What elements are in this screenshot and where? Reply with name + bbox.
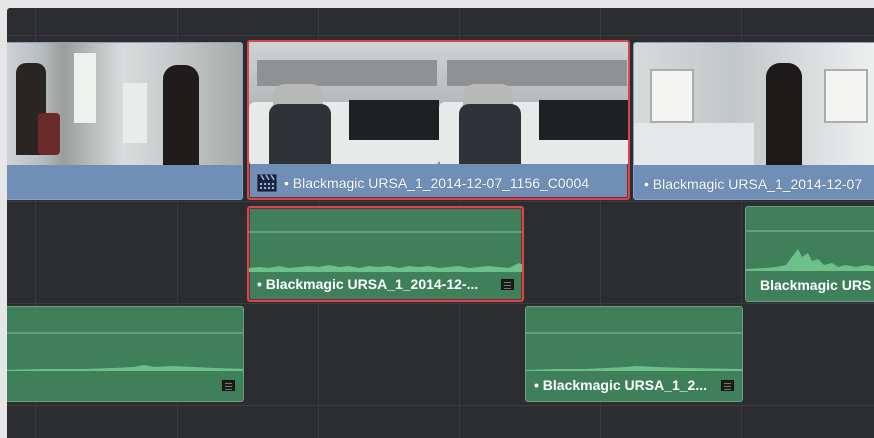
- clip-label-row: • Blackmagic URSA_1_2014-12-07: [634, 169, 874, 199]
- video-clip[interactable]: • Blackmagic URSA_1_2014-12-07: [633, 42, 874, 200]
- clip-name: Blackmagic URSA_1_2014-12-07: [652, 176, 863, 192]
- bullet: •: [284, 175, 293, 191]
- clip-menu-icon[interactable]: [721, 379, 734, 391]
- clip-thumbnails: [7, 43, 242, 165]
- audio-clip[interactable]: • Blackmagic URSA_1_2...: [525, 306, 743, 402]
- clip-label: [7, 169, 242, 199]
- clapperboard-icon: [257, 174, 277, 192]
- clip-label-row: [7, 373, 243, 397]
- audio-waveform: [7, 332, 243, 371]
- clip-label-row: • Blackmagic URSA_1_2014-12-...: [249, 272, 522, 296]
- clip-menu-icon[interactable]: [222, 379, 235, 391]
- clip-name: Blackmagic URS: [760, 277, 872, 293]
- clip-name: Blackmagic URSA_1_2014-12-07_1156_C0004: [292, 175, 590, 191]
- clip-label-row: • Blackmagic URSA_1_2014-12-07_1156_C000…: [249, 168, 628, 198]
- video-clip[interactable]: [7, 42, 243, 200]
- track-divider: [7, 35, 874, 36]
- clip-menu-icon[interactable]: [501, 278, 514, 290]
- video-clip-selected[interactable]: • Blackmagic URSA_1_2014-12-07_1156_C000…: [247, 40, 630, 200]
- track-divider: [7, 405, 874, 406]
- clip-name: Blackmagic URSA_1_2014-12-...: [265, 276, 479, 292]
- clip-thumbnails: [634, 43, 874, 165]
- clip-name: Blackmagic URSA_1_2...: [542, 377, 707, 393]
- audio-waveform: [746, 230, 874, 271]
- audio-waveform: [526, 332, 742, 371]
- track-divider: [7, 201, 874, 202]
- bullet: •: [534, 377, 543, 393]
- clip-label-row: Blackmagic URS: [746, 273, 874, 297]
- bullet: •: [257, 276, 266, 292]
- clip-label-row: • Blackmagic URSA_1_2...: [526, 373, 742, 397]
- audio-clip[interactable]: [7, 306, 244, 402]
- bullet: •: [644, 176, 653, 192]
- track-divider: [7, 303, 874, 304]
- audio-clip-selected[interactable]: • Blackmagic URSA_1_2014-12-...: [247, 206, 524, 302]
- audio-waveform: [249, 231, 522, 272]
- timeline[interactable]: • Blackmagic URSA_1_2014-12-07_1156_C000…: [7, 8, 874, 438]
- clip-thumbnails: [249, 42, 628, 164]
- audio-clip[interactable]: Blackmagic URS: [745, 206, 874, 302]
